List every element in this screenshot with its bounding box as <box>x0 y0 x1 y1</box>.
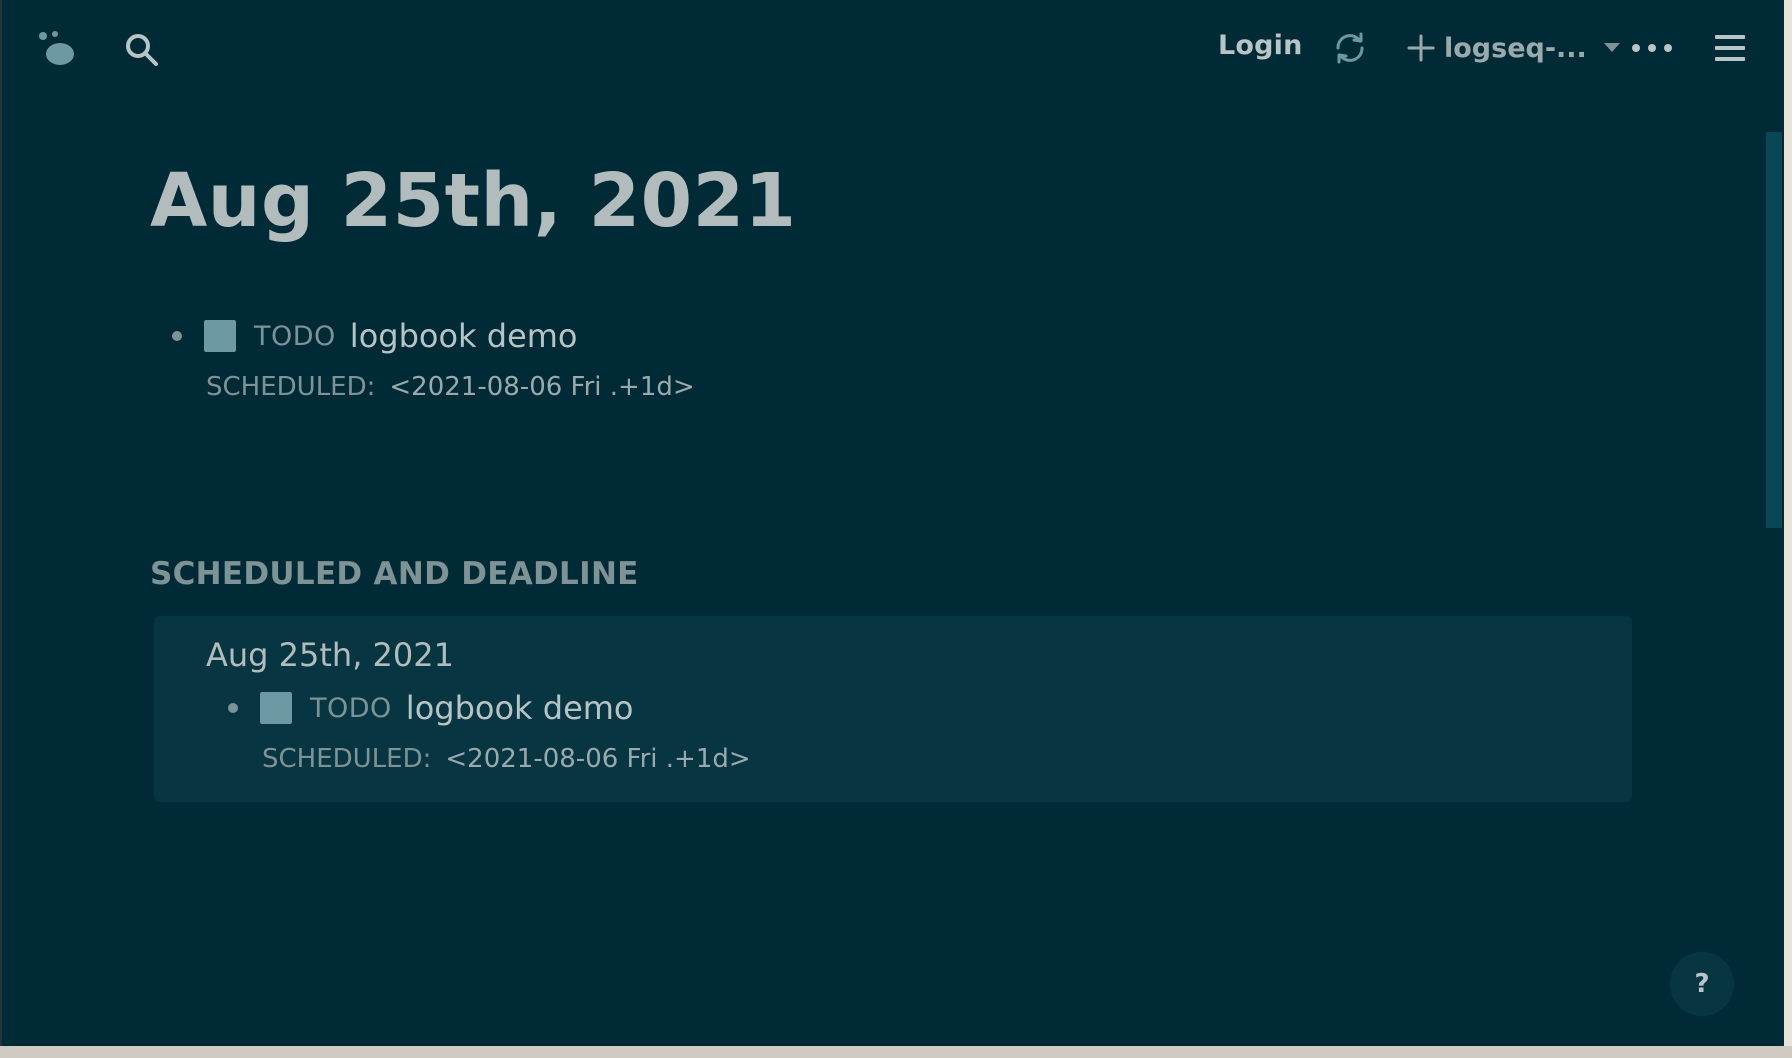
scrollbar[interactable] <box>1766 132 1782 528</box>
taskbar-strip <box>0 1046 1792 1058</box>
repo-label: logseq-... <box>1444 32 1587 64</box>
block-item[interactable]: TODO logbook demo <box>172 316 578 356</box>
todo-marker[interactable]: TODO <box>310 693 392 724</box>
section-title: SCHEDULED AND DEADLINE <box>150 556 639 592</box>
app-window: Login logseq-... Aug 25th, 2021 TODO log… <box>2 0 1784 1046</box>
sync-icon[interactable] <box>1330 28 1370 68</box>
logo-icon[interactable] <box>36 28 80 72</box>
block-text[interactable]: logbook demo <box>350 317 578 355</box>
scheduled-label: SCHEDULED: <box>206 372 376 402</box>
repo-switcher[interactable]: logseq-... <box>1404 26 1621 70</box>
block-item[interactable]: TODO logbook demo <box>228 688 634 728</box>
more-icon[interactable] <box>1630 38 1674 58</box>
help-button[interactable]: ? <box>1670 952 1734 1016</box>
block-text[interactable]: logbook demo <box>406 689 634 727</box>
scheduled-line: SCHEDULED: <2021-08-06 Fri .+1d> <box>206 372 695 402</box>
login-button[interactable]: Login <box>1218 30 1303 61</box>
todo-checkbox[interactable] <box>260 692 292 724</box>
header: Login logseq-... <box>2 0 1784 96</box>
scheduled-value[interactable]: <2021-08-06 Fri .+1d> <box>389 372 694 402</box>
scheduled-line: SCHEDULED: <2021-08-06 Fri .+1d> <box>262 744 751 774</box>
chevron-down-icon <box>1603 43 1620 52</box>
block-bullet[interactable] <box>228 703 238 713</box>
window-edge <box>1784 0 1792 1058</box>
menu-icon[interactable] <box>1712 30 1748 66</box>
todo-checkbox[interactable] <box>204 320 236 352</box>
scheduled-value[interactable]: <2021-08-06 Fri .+1d> <box>445 744 750 774</box>
plus-icon <box>1407 34 1435 62</box>
todo-marker[interactable]: TODO <box>254 321 336 352</box>
scheduled-label: SCHEDULED: <box>262 744 432 774</box>
group-title[interactable]: Aug 25th, 2021 <box>206 636 454 674</box>
block-bullet[interactable] <box>172 331 182 341</box>
search-icon[interactable] <box>122 30 162 70</box>
page-title[interactable]: Aug 25th, 2021 <box>150 158 797 244</box>
